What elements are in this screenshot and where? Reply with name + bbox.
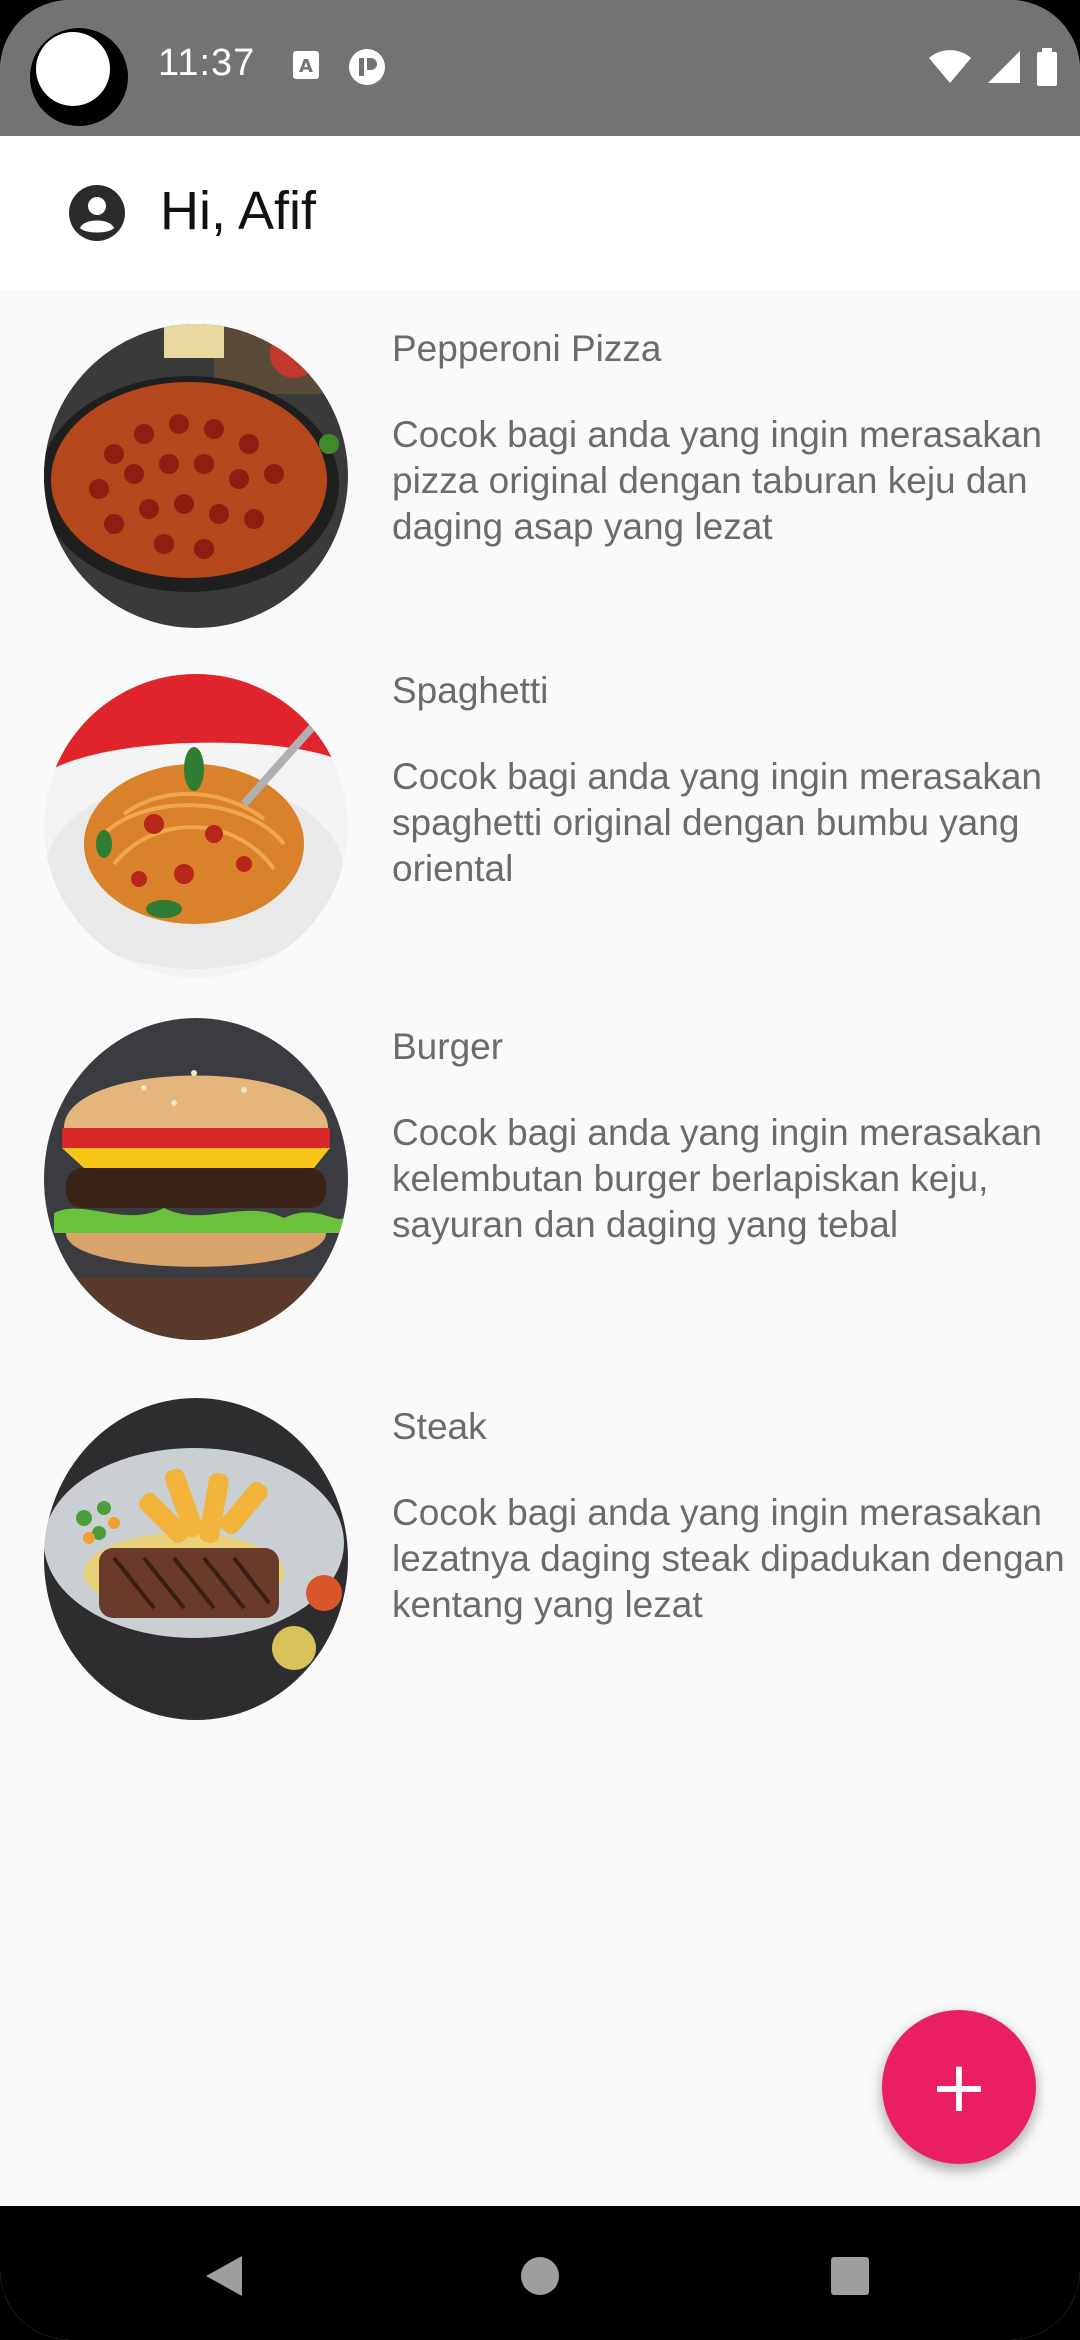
app-screen: 11:37 A Hi, Afif Pepperoni Pizza Cocok b… bbox=[0, 0, 1080, 2340]
pizza-image bbox=[44, 324, 348, 628]
item-description: Cocok bagi anda yang ingin merasakan lez… bbox=[392, 1492, 1065, 1625]
back-icon[interactable] bbox=[204, 2254, 244, 2298]
greeting-title: Hi, Afif bbox=[160, 181, 317, 241]
account-circle-icon[interactable] bbox=[68, 184, 126, 242]
home-icon[interactable] bbox=[520, 2256, 560, 2296]
item-title: Burger bbox=[392, 1026, 504, 1067]
status-time: 11:37 bbox=[158, 42, 256, 84]
steak-image bbox=[44, 1398, 348, 1720]
spaghetti-image bbox=[44, 674, 348, 978]
pause-circle-icon bbox=[349, 49, 385, 85]
signal-icon bbox=[988, 51, 1020, 83]
status-bar: 11:37 A bbox=[0, 0, 1080, 136]
app-bar: Hi, Afif bbox=[0, 136, 1080, 290]
item-title: Pepperoni Pizza bbox=[392, 328, 662, 369]
item-title: Spaghetti bbox=[392, 670, 549, 711]
item-description: Cocok bagi anda yang ingin merasakan piz… bbox=[392, 414, 1042, 547]
plus-icon: + bbox=[929, 2046, 989, 2128]
wifi-icon bbox=[929, 50, 971, 83]
item-title: Steak bbox=[392, 1406, 487, 1447]
burger-image bbox=[44, 1018, 348, 1340]
item-description: Cocok bagi anda yang ingin merasakan spa… bbox=[392, 756, 1042, 889]
navigation-bar bbox=[0, 2206, 1080, 2340]
battery-icon bbox=[1037, 48, 1057, 86]
text-a-icon: A bbox=[293, 51, 319, 79]
add-fab-button[interactable]: + bbox=[882, 2010, 1036, 2164]
camera-cutout bbox=[30, 28, 128, 126]
item-description: Cocok bagi anda yang ingin merasakan kel… bbox=[392, 1112, 1042, 1245]
svg-text:A: A bbox=[299, 56, 313, 77]
recents-icon[interactable] bbox=[830, 2256, 870, 2296]
